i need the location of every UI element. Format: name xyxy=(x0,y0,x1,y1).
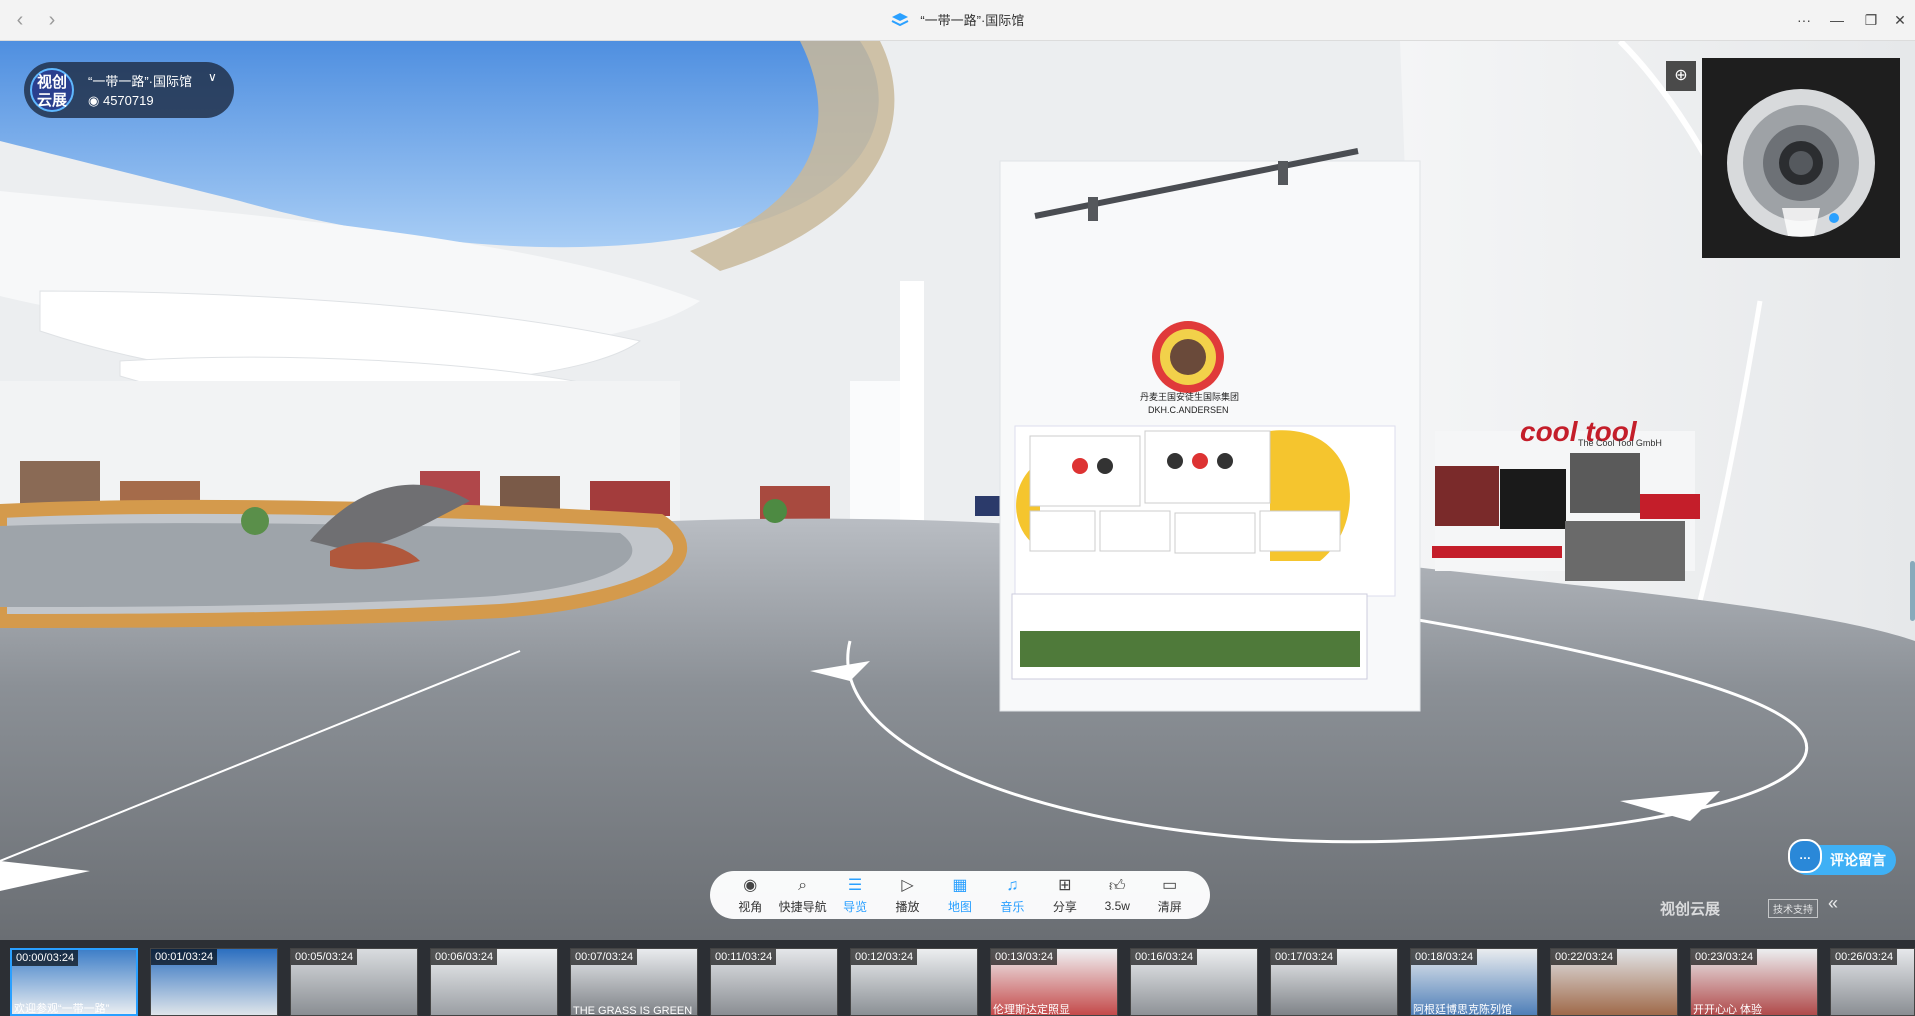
tour-thumbnail[interactable]: 00:17/03:24 xyxy=(1270,948,1398,1016)
tour-thumbnail[interactable]: 00:26/03:24 xyxy=(1830,948,1915,1016)
thumbnail-time: 00:12/03:24 xyxy=(851,949,918,965)
tour-thumbnail-strip: 00:00/03:24 欢迎参观“一带一路” 00:01/03:24 00:05… xyxy=(0,940,1915,1016)
tool-label: 快捷导航 xyxy=(778,899,827,914)
tool-music[interactable]: ♫ 音乐 xyxy=(989,876,1035,915)
tool-label: 分享 xyxy=(1052,899,1077,914)
thumbnail-time: 00:16/03:24 xyxy=(1131,949,1198,965)
thumbnail-time: 00:00/03:24 xyxy=(12,950,79,966)
view-count: ◉ 4570719 xyxy=(88,93,154,109)
exhibition-title: “一带一路”·国际馆 xyxy=(88,74,192,89)
thumbnail-time: 00:13/03:24 xyxy=(991,949,1058,965)
minimap-drawing xyxy=(1727,89,1875,237)
thumbnail-caption: 欢迎参观“一带一路” xyxy=(14,1003,110,1015)
tool-share[interactable]: ⊞ 分享 xyxy=(1042,876,1088,915)
thumbnail-time: 00:11/03:24 xyxy=(711,949,777,965)
tool-like[interactable]: 👍︎ 3.5w xyxy=(1094,877,1140,913)
exhibition-brand-badge[interactable]: 视创云展 “一带一路”·国际馆 ∨ ◉ 4570719 xyxy=(24,62,234,118)
tool-label: 视角 xyxy=(738,899,763,914)
search-icon: ⌕ xyxy=(798,876,808,894)
restore-button[interactable]: ❐ xyxy=(1857,8,1885,32)
tool-clear-screen[interactable]: ▭ 清屏 xyxy=(1147,876,1193,915)
thumbnail-time: 00:06/03:24 xyxy=(431,949,498,965)
play-icon: ▷ xyxy=(901,876,914,894)
watermark-brand: 视创云展 xyxy=(1660,901,1721,918)
tool-label: 导览 xyxy=(843,899,868,914)
thumbnail-time: 00:01/03:24 xyxy=(151,949,218,965)
exhibition-hall-scene: cool tool The Cool Tool GmbH 丹麦王国安徒生国际集团… xyxy=(0,41,1915,940)
view-count-value: 4570719 xyxy=(102,93,154,108)
tour-thumbnail[interactable]: 00:07/03:24 THE GRASS IS GREEN xyxy=(570,948,698,1016)
window-titlebar: ‹ › “一带一路”·国际馆 ··· — ❐ ✕ xyxy=(0,0,1915,41)
booth-brand-text: 丹麦王国安徒生国际集团 xyxy=(1140,391,1239,402)
side-panel-handle[interactable] xyxy=(1910,561,1915,621)
tool-map[interactable]: ▦ 地图 xyxy=(937,876,983,915)
tour-thumbnail[interactable]: 00:23/03:24 开开心心 体验 xyxy=(1690,948,1818,1016)
collapse-double-chevron-icon[interactable]: « xyxy=(1828,893,1838,914)
more-options-button[interactable]: ··· xyxy=(1790,8,1818,32)
thumbnail-caption: THE GRASS IS GREEN xyxy=(573,1005,693,1016)
minimap[interactable] xyxy=(1702,58,1900,258)
close-button[interactable]: ✕ xyxy=(1886,8,1914,32)
guide-list-icon: ☰ xyxy=(847,876,863,894)
watermark-tag: 技术支持 xyxy=(1768,899,1818,918)
thumbnail-time: 00:18/03:24 xyxy=(1411,949,1478,965)
comment-button-label: 评论留言 xyxy=(1830,852,1886,868)
tour-thumbnail[interactable]: 00:06/03:24 xyxy=(430,948,558,1016)
chat-bubble-icon: … xyxy=(1788,839,1822,873)
tour-thumbnail[interactable]: 00:00/03:24 欢迎参观“一带一路” xyxy=(10,948,138,1016)
like-count: 3.5w xyxy=(1104,899,1130,913)
tool-quick-nav[interactable]: ⌕ 快捷导航 xyxy=(778,876,827,915)
minimize-button[interactable]: — xyxy=(1823,8,1851,32)
right-booth-name: The Cool Tool GmbH xyxy=(1578,438,1662,448)
chevron-down-icon[interactable]: ∨ xyxy=(208,70,217,84)
tool-play[interactable]: ▷ 播放 xyxy=(885,876,931,915)
thumbnail-time: 00:07/03:24 xyxy=(571,949,638,965)
comment-button[interactable]: … 评论留言 xyxy=(1788,839,1896,875)
thumbnail-caption: 开开心心 体验 xyxy=(1693,1004,1763,1016)
tool-guide[interactable]: ☰ 导览 xyxy=(832,876,878,915)
tool-view-angle[interactable]: ◉ 视角 xyxy=(727,876,773,915)
eye-icon: ◉ xyxy=(88,93,100,108)
thumbnail-caption: 伦理斯达定照显 xyxy=(993,1004,1070,1016)
tool-label: 清屏 xyxy=(1157,899,1182,914)
tour-thumbnail[interactable]: 00:05/03:24 xyxy=(290,948,418,1016)
tour-thumbnail[interactable]: 00:22/03:24 xyxy=(1550,948,1678,1016)
bottom-toolbar: ◉ 视角 ⌕ 快捷导航 ☰ 导览 ▷ 播放 ▦ 地图 ♫ 音乐 ⊞ 分享 👍︎ … xyxy=(710,871,1210,919)
tour-thumbnail[interactable]: 00:11/03:24 xyxy=(710,948,838,1016)
tour-thumbnail[interactable]: 00:18/03:24 阿根廷博思克陈列馆 xyxy=(1410,948,1538,1016)
thumbnail-time: 00:22/03:24 xyxy=(1551,949,1618,965)
tour-thumbnail[interactable]: 00:12/03:24 xyxy=(850,948,978,1016)
window-title-text: “一带一路”·国际馆 xyxy=(920,13,1025,28)
tour-thumbnail[interactable]: 00:16/03:24 xyxy=(1130,948,1258,1016)
thumbnail-caption: 阿根廷博思克陈列馆 xyxy=(1413,1004,1512,1016)
app-logo-icon xyxy=(891,12,909,31)
share-icon: ⊞ xyxy=(1058,876,1072,894)
zoom-in-icon[interactable]: ⊕ xyxy=(1666,61,1696,91)
tool-label: 地图 xyxy=(947,899,972,914)
music-icon: ♫ xyxy=(1006,876,1019,894)
thumbnail-time: 00:05/03:24 xyxy=(291,949,358,965)
panorama-viewport[interactable]: cool tool The Cool Tool GmbH 丹麦王国安徒生国际集团… xyxy=(0,41,1915,940)
map-icon: ▦ xyxy=(952,876,968,894)
clear-screen-icon: ▭ xyxy=(1162,876,1178,894)
tour-thumbnail[interactable]: 00:13/03:24 伦理斯达定照显 xyxy=(990,948,1118,1016)
thumbnail-time: 00:26/03:24 xyxy=(1831,949,1898,965)
eye-icon: ◉ xyxy=(743,876,758,894)
brand-logo: 视创云展 xyxy=(30,68,74,112)
thumbnail-time: 00:17/03:24 xyxy=(1271,949,1338,965)
window-title: “一带一路”·国际馆 xyxy=(0,10,1915,31)
thumbs-up-icon: 👍︎ xyxy=(1108,878,1126,895)
tour-thumbnail[interactable]: 00:01/03:24 xyxy=(150,948,278,1016)
booth-brand-en-text: DKH.C.ANDERSEN xyxy=(1148,405,1229,415)
tool-label: 音乐 xyxy=(1000,899,1025,914)
tool-label: 播放 xyxy=(895,899,920,914)
thumbnail-time: 00:23/03:24 xyxy=(1691,949,1758,965)
